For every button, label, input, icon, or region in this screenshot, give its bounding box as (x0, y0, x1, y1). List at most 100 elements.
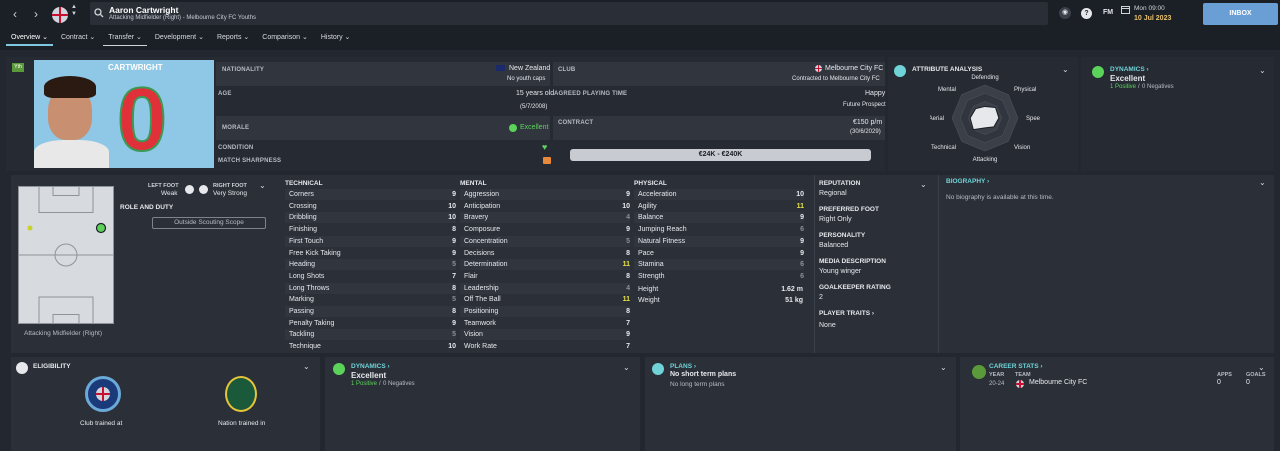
attribute-name[interactable]: Technique (289, 343, 321, 350)
attribute-name[interactable]: Passing (289, 308, 314, 315)
physical-title: PHYSICAL (634, 180, 667, 187)
attribute-name[interactable]: Composure (464, 226, 500, 233)
attribute-name[interactable]: Determination (464, 261, 508, 268)
attribute-name[interactable]: Marking (289, 296, 314, 303)
club-crest-icon[interactable] (85, 376, 121, 412)
attribute-name[interactable]: Crossing (289, 203, 317, 210)
attribute-name[interactable]: Stamina (638, 261, 664, 268)
dynamics-bottom-title[interactable]: DYNAMICS › (351, 363, 390, 370)
biography-chevron-icon[interactable]: ⌄ (1259, 178, 1266, 187)
profile-chevron-icon[interactable]: ⌄ (920, 180, 927, 189)
career-title[interactable]: CAREER STATS › (989, 363, 1043, 370)
apps-header: APPS (1217, 372, 1232, 378)
back-arrow-icon[interactable]: ‹ (6, 4, 24, 24)
condition-heart-icon: ♥ (542, 142, 548, 152)
attribute-name[interactable]: Bravery (464, 214, 488, 221)
attribute-name[interactable]: Decisions (464, 250, 494, 257)
career-chevron-icon[interactable]: ⌄ (1258, 363, 1265, 372)
playing-time-sub: Future Prospect (843, 102, 886, 108)
tab-reports[interactable]: Reports ⌄ (212, 30, 254, 46)
attribute-name[interactable]: Flair (464, 273, 478, 280)
attribute-name[interactable]: Agility (638, 203, 657, 210)
divider (814, 175, 815, 353)
value-range-bar[interactable]: €24K - €240K (570, 149, 871, 161)
plans-title[interactable]: PLANS › (670, 363, 696, 370)
attribute-name[interactable]: Teamwork (464, 320, 496, 327)
attribute-name[interactable]: Leadership (464, 285, 499, 292)
feet-chevron-icon[interactable]: ⌄ (259, 181, 266, 190)
radar-axis-label: Mental (938, 87, 956, 93)
nationality-value[interactable]: New Zealand (509, 65, 550, 72)
dynamics-title[interactable]: DYNAMICS › (1110, 66, 1149, 73)
reputation-value: Regional (819, 190, 847, 197)
world-icon[interactable]: ◉ (1059, 7, 1071, 19)
radar-axis-label: Aerial (930, 116, 944, 122)
tab-history[interactable]: History ⌄ (316, 30, 356, 46)
eligibility-chevron-icon[interactable]: ⌄ (303, 362, 310, 371)
tab-comparison[interactable]: Comparison ⌄ (257, 30, 313, 46)
attribute-name[interactable]: Concentration (464, 238, 508, 245)
fm-menu-button[interactable]: FM (1103, 9, 1113, 16)
attribute-name[interactable]: Anticipation (464, 203, 500, 210)
playing-time-label: AGREED PLAYING TIME (554, 91, 628, 97)
attribute-name[interactable]: Balance (638, 214, 663, 221)
attribute-name[interactable]: Work Rate (464, 343, 497, 350)
attribute-name[interactable]: Dribbling (289, 214, 317, 221)
attribute-name[interactable]: Penalty Taking (289, 320, 334, 327)
attribute-name[interactable]: Long Throws (289, 285, 329, 292)
career-icon (972, 365, 986, 379)
attribute-name[interactable]: Long Shots (289, 273, 324, 280)
tab-contract[interactable]: Contract ⌄ (56, 30, 100, 46)
attribute-name[interactable]: Corners (289, 191, 314, 198)
search-icon[interactable] (94, 8, 104, 18)
player-traits-label[interactable]: PLAYER TRAITS › (819, 310, 874, 317)
club-badge-icon[interactable] (52, 7, 68, 23)
goals-header: GOALS (1246, 372, 1266, 378)
forward-arrow-icon[interactable]: › (27, 4, 45, 24)
height-value: 1.62 m (781, 286, 803, 293)
scouting-scope-button[interactable]: Outside Scouting Scope (152, 217, 266, 229)
attribute-name[interactable]: Off The Ball (464, 296, 501, 303)
attribute-value: 10 (448, 214, 456, 222)
tab-overview[interactable]: Overview ⌄ (6, 30, 53, 46)
analysis-chevron-icon[interactable]: ⌄ (1062, 65, 1069, 74)
inbox-button[interactable]: INBOX (1203, 3, 1278, 25)
tab-transfer[interactable]: Transfer ⌄ (103, 30, 147, 46)
nation-crest-icon[interactable] (225, 376, 257, 412)
attribute-name[interactable]: Heading (289, 261, 315, 268)
radar-axis-label: Vision (1014, 145, 1030, 151)
navigate-stepper-icon[interactable]: ▲ ▼ (71, 4, 77, 18)
attribute-name[interactable]: Vision (464, 331, 483, 338)
tab-development[interactable]: Development ⌄ (150, 30, 209, 46)
contract-wage[interactable]: €150 p/m (853, 119, 882, 126)
attribute-name[interactable]: Acceleration (638, 191, 677, 198)
attribute-name[interactable]: Natural Fitness (638, 238, 685, 245)
attribute-value: 4 (626, 214, 630, 222)
divider (938, 175, 939, 353)
attribute-value: 5 (452, 296, 456, 304)
dynamics-bottom-chevron-icon[interactable]: ⌄ (623, 363, 630, 372)
attribute-name[interactable]: Tackling (289, 331, 314, 338)
squad-number: 0 (116, 69, 168, 168)
attribute-value: 9 (452, 237, 456, 245)
header-search-area[interactable] (90, 2, 1048, 25)
attribute-name[interactable]: Strength (638, 273, 664, 280)
dynamics-chevron-icon[interactable]: ⌄ (1259, 66, 1266, 75)
attribute-name[interactable]: First Touch (289, 238, 323, 245)
career-team[interactable]: Melbourne City FC (1029, 379, 1087, 386)
biography-title[interactable]: BIOGRAPHY › (946, 178, 989, 185)
attribute-name[interactable]: Aggression (464, 191, 499, 198)
club-contract: Contracted to Melbourne City FC (792, 76, 880, 82)
help-icon[interactable]: ? (1081, 8, 1092, 19)
club-value[interactable]: Melbourne City FC (825, 65, 883, 72)
attribute-name[interactable]: Free Kick Taking (289, 250, 341, 257)
attribute-name[interactable]: Jumping Reach (638, 226, 687, 233)
radar-axis-label: Attacking (973, 157, 998, 163)
plans-chevron-icon[interactable]: ⌄ (940, 363, 947, 372)
pitch-diagram (18, 186, 114, 324)
attribute-name[interactable]: Positioning (464, 308, 498, 315)
contract-label: CONTRACT (558, 120, 594, 126)
attribute-name[interactable]: Finishing (289, 226, 317, 233)
attribute-name[interactable]: Pace (638, 250, 654, 257)
right-foot-label: RIGHT FOOT (213, 183, 247, 189)
